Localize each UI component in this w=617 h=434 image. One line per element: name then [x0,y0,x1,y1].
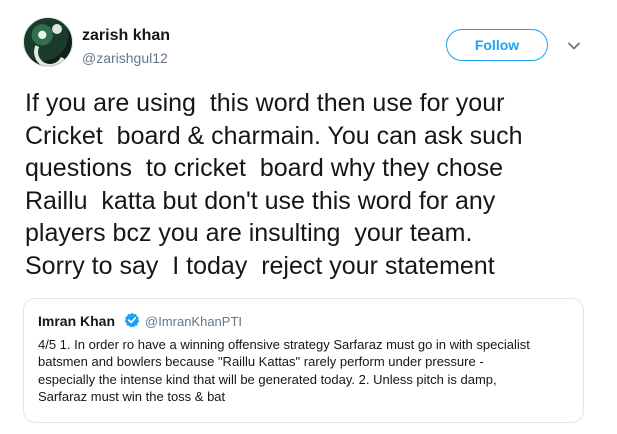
quoted-text-line: 4/5 1. In order ro have a winning offens… [38,337,530,352]
tweet-text-line: questions to cricket board why they chos… [25,154,504,183]
quoted-tweet-text: 4/5 1. In order ro have a winning offens… [38,336,578,406]
quoted-author-handle: @ImranKhanPTI [145,314,243,329]
tweet-text-line: players bcz you are insulting your team. [25,219,473,248]
tweet-text-line: If you are using this word then use for … [25,89,505,117]
author-handle[interactable]: @zarishgul12 [82,50,168,66]
avatar-star-shape [52,24,62,34]
author-avatar[interactable] [23,17,73,67]
quoted-author-name: Imran Khan [38,313,116,329]
chevron-down-icon[interactable] [566,38,582,54]
quoted-text-line: Sarfaraz must win the toss & bat [38,389,226,405]
avatar-crescent-shape [29,31,71,66]
quoted-text-line: especially the intense kind that will be… [38,371,497,387]
follow-button[interactable]: Follow [446,29,548,61]
tweet-text-line: Sorry to say I today reject your stateme… [25,251,495,280]
quoted-tweet-card[interactable]: Imran Khan @ImranKhanPTI 4/5 1. In order… [23,298,584,423]
quoted-text-line: batsmen and bowlers because "Raillu Katt… [38,354,484,370]
verified-badge-icon [124,312,140,328]
tweet-text-line: Raillu katta but don't use this word for… [25,186,496,215]
author-display-name[interactable]: zarish khan [82,27,170,45]
tweet-text: If you are using this word then use for … [25,87,605,283]
tweet-text-line: Cricket board & charmain. You can ask su… [25,121,523,150]
